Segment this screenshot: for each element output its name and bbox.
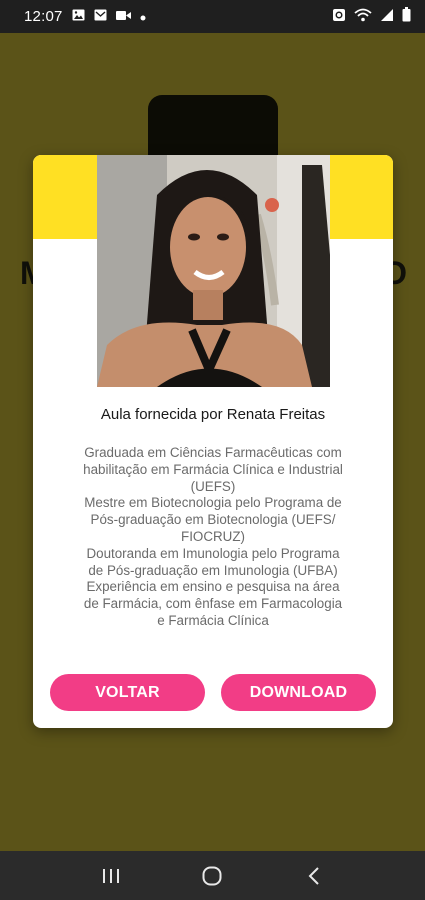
back-button[interactable]: VOLTAR (50, 674, 205, 711)
dot-icon (140, 8, 146, 25)
wifi-icon (354, 8, 372, 26)
bio-line: Mestre em Biotecnologia pelo Programa de (84, 495, 342, 511)
status-bar: 12:07 (0, 0, 425, 33)
download-button[interactable]: DOWNLOAD (221, 674, 376, 711)
bio-line: Graduada em Ciências Farmacêuticas com (84, 445, 342, 460)
instructor-photo (97, 155, 330, 387)
gallery-icon (72, 8, 85, 25)
mail-icon (94, 8, 107, 25)
dialog-title: Aula fornecida por Renata Freitas (100, 406, 326, 423)
bio-line: de Farmácia, com ênfase em Farmacologia (83, 596, 343, 612)
bio-line: Doutoranda em Imunologia pelo Programa (86, 545, 340, 561)
bio-line: e Farmácia Clínica (157, 612, 269, 628)
status-time: 12:07 (24, 8, 63, 25)
bio-line: (UEFS) (190, 478, 236, 494)
signal-icon (380, 8, 394, 26)
status-right (332, 7, 411, 26)
instructor-bio: Graduada em Ciências Farmacêuticas com h… (63, 445, 363, 630)
navigation-bar (0, 851, 425, 900)
bio-line: Pós-graduação em Biotecnologia (UEFS/ (90, 512, 336, 528)
battery-icon (402, 7, 411, 26)
bio-line: FIOCRUZ) (181, 528, 245, 544)
instructor-dialog: Aula fornecida por Renata Freitas Gradua… (33, 155, 393, 728)
bio-line: Experiência em ensino e pesquisa na área (86, 579, 340, 595)
bio-line: de Pós-graduação em Imunologia (UFBA) (88, 562, 338, 578)
recents-icon[interactable] (91, 861, 131, 891)
status-left: 12:07 (24, 8, 146, 25)
alarm-icon (332, 8, 346, 26)
video-icon (115, 8, 131, 25)
back-icon[interactable] (294, 861, 334, 891)
bio-line: habilitação em Farmácia Clínica e Indust… (83, 461, 343, 477)
home-icon[interactable] (192, 861, 232, 891)
